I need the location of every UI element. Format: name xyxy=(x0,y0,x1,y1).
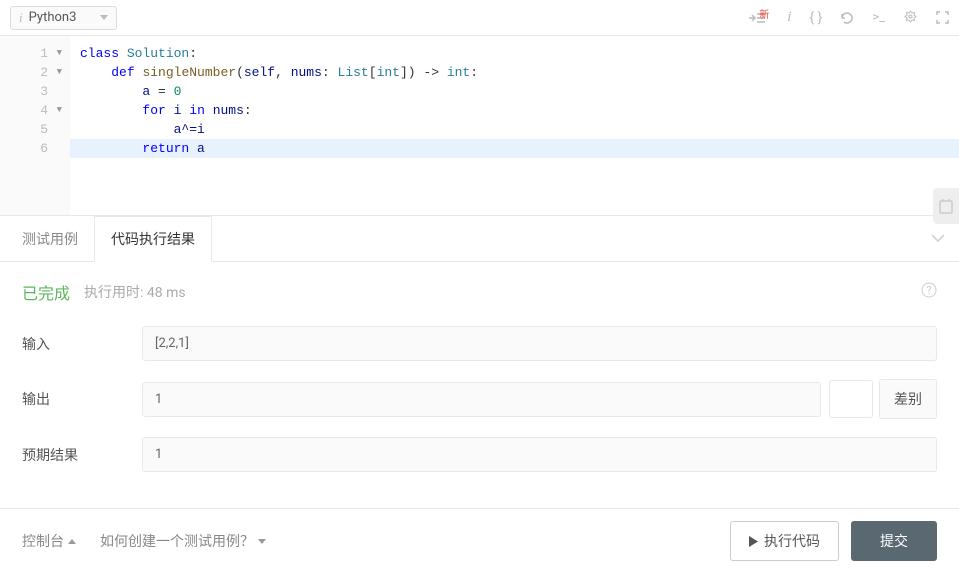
expected-row: 预期结果 1 xyxy=(22,437,937,472)
tab-results[interactable]: 代码执行结果 xyxy=(94,216,212,262)
line-number: 4 xyxy=(40,101,48,120)
info-icon-button[interactable]: i xyxy=(787,9,791,26)
editor-toolbar: i Python3 新 i { } >_ xyxy=(0,0,959,36)
submit-button[interactable]: 提交 xyxy=(851,521,937,561)
status-runtime: 执行用时: 48 ms xyxy=(84,282,186,302)
result-panel: 已完成 执行用时: 48 ms ? 输入 [2,2,1] 输出 1 差别 预期结… xyxy=(0,262,959,508)
console-toggle[interactable]: 控制台 xyxy=(22,531,76,551)
line-number: 6 xyxy=(40,139,48,158)
status-complete: 已完成 xyxy=(22,280,70,304)
svg-text:?: ? xyxy=(926,284,931,297)
expected-value: 1 xyxy=(142,437,937,472)
new-badge: 新 xyxy=(759,6,769,21)
input-label: 输入 xyxy=(22,334,142,354)
fullscreen-icon[interactable] xyxy=(936,11,949,24)
footer-actions: 执行代码 提交 xyxy=(730,521,937,561)
status-row: 已完成 执行用时: 48 ms ? xyxy=(22,280,937,304)
side-panel-button[interactable] xyxy=(933,188,959,224)
fold-icon[interactable]: ▼ xyxy=(54,101,62,120)
line-number: 5 xyxy=(40,120,48,139)
indent-icon[interactable]: 新 xyxy=(749,12,769,24)
howto-link[interactable]: 如何创建一个测试用例？ xyxy=(100,531,266,551)
help-icon[interactable]: ? xyxy=(921,282,937,302)
toolbar-actions: 新 i { } >_ xyxy=(749,9,949,26)
diff-indicator xyxy=(829,380,873,418)
line-number: 2 xyxy=(40,63,48,82)
diff-button[interactable]: 差别 xyxy=(879,379,937,419)
result-tabs: 测试用例 代码执行结果 xyxy=(0,216,959,262)
info-icon: i xyxy=(19,10,23,26)
terminal-icon[interactable]: >_ xyxy=(872,10,885,25)
tab-testcases[interactable]: 测试用例 xyxy=(6,217,94,261)
input-row: 输入 [2,2,1] xyxy=(22,326,937,361)
fold-icon[interactable]: ▼ xyxy=(54,44,62,63)
code-editor[interactable]: 1 ▼ 2 ▼ 3 4 ▼ 5 6 class Solution: def singl… xyxy=(0,36,959,216)
braces-icon[interactable]: { } xyxy=(809,10,822,26)
fold-icon[interactable]: ▼ xyxy=(54,63,62,82)
language-label: Python3 xyxy=(29,10,77,25)
settings-icon[interactable] xyxy=(903,10,918,25)
output-row: 输出 1 差别 xyxy=(22,379,937,419)
chevron-down-icon xyxy=(100,10,108,25)
reset-icon[interactable] xyxy=(840,11,854,25)
output-label: 输出 xyxy=(22,389,142,409)
line-number: 1 xyxy=(40,44,48,63)
collapse-icon[interactable] xyxy=(931,231,945,246)
expected-label: 预期结果 xyxy=(22,445,142,465)
line-number: 3 xyxy=(40,82,48,101)
language-selector[interactable]: i Python3 xyxy=(10,6,117,30)
code-content[interactable]: class Solution: def singleNumber(self, n… xyxy=(70,36,959,215)
output-value: 1 xyxy=(142,382,821,417)
run-button[interactable]: 执行代码 xyxy=(730,521,839,561)
footer-bar: 控制台 如何创建一个测试用例？ 执行代码 提交 xyxy=(0,508,959,573)
input-value: [2,2,1] xyxy=(142,326,937,361)
editor-gutter: 1 ▼ 2 ▼ 3 4 ▼ 5 6 xyxy=(0,36,70,215)
